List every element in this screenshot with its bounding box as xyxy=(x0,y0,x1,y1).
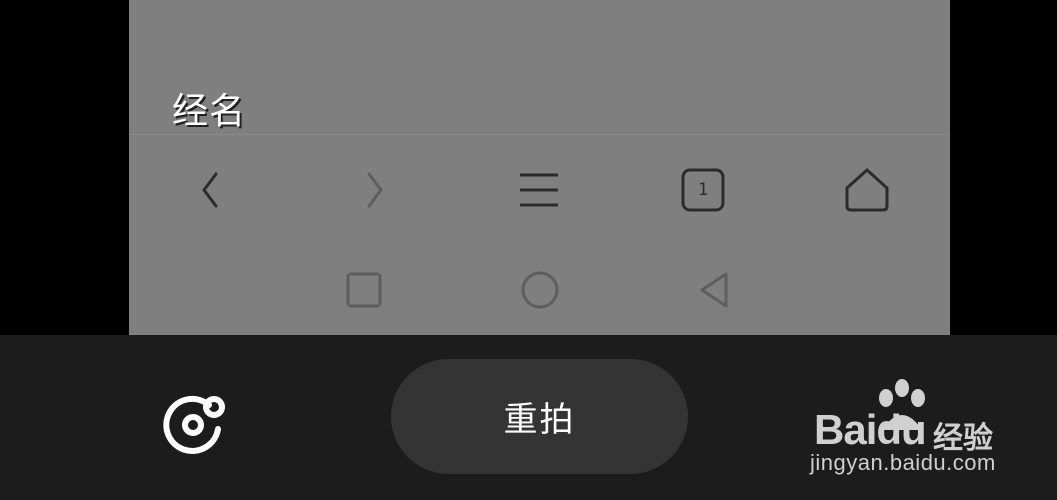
effect-button[interactable] xyxy=(160,385,230,455)
forward-arrow-icon xyxy=(367,172,383,208)
back-triangle-icon xyxy=(700,272,728,308)
tabs-button[interactable]: 1 xyxy=(663,150,743,230)
system-home-button[interactable] xyxy=(505,255,575,325)
forward-button[interactable] xyxy=(334,150,414,230)
baidu-jingyan-watermark: Baidu 经验 jingyan.baidu.com xyxy=(808,379,1048,490)
browser-nav-bar: 1 xyxy=(129,150,950,230)
system-back-button[interactable] xyxy=(679,255,749,325)
system-nav-bar xyxy=(129,255,950,325)
screenshot-preview: 经名 1 xyxy=(129,0,950,335)
watermark-brand: Baidu xyxy=(814,406,927,453)
menu-button[interactable] xyxy=(499,150,579,230)
page-label: 经名 xyxy=(172,91,247,132)
home-circle-icon xyxy=(521,271,559,309)
retake-button[interactable]: 重拍 xyxy=(391,359,688,474)
back-arrow-icon xyxy=(202,172,218,208)
tab-count: 1 xyxy=(697,180,709,200)
bottom-action-bar: 重拍 Baidu 经验 jingyan.baidu.com xyxy=(0,335,1057,500)
menu-icon xyxy=(520,173,558,207)
divider xyxy=(129,134,950,135)
filter-effect-icon xyxy=(163,395,225,454)
back-button[interactable] xyxy=(171,150,251,230)
recent-apps-button[interactable] xyxy=(329,255,399,325)
home-icon xyxy=(845,168,889,212)
recent-apps-icon xyxy=(346,272,382,308)
home-button[interactable] xyxy=(827,150,907,230)
watermark-url: jingyan.baidu.com xyxy=(810,450,996,475)
